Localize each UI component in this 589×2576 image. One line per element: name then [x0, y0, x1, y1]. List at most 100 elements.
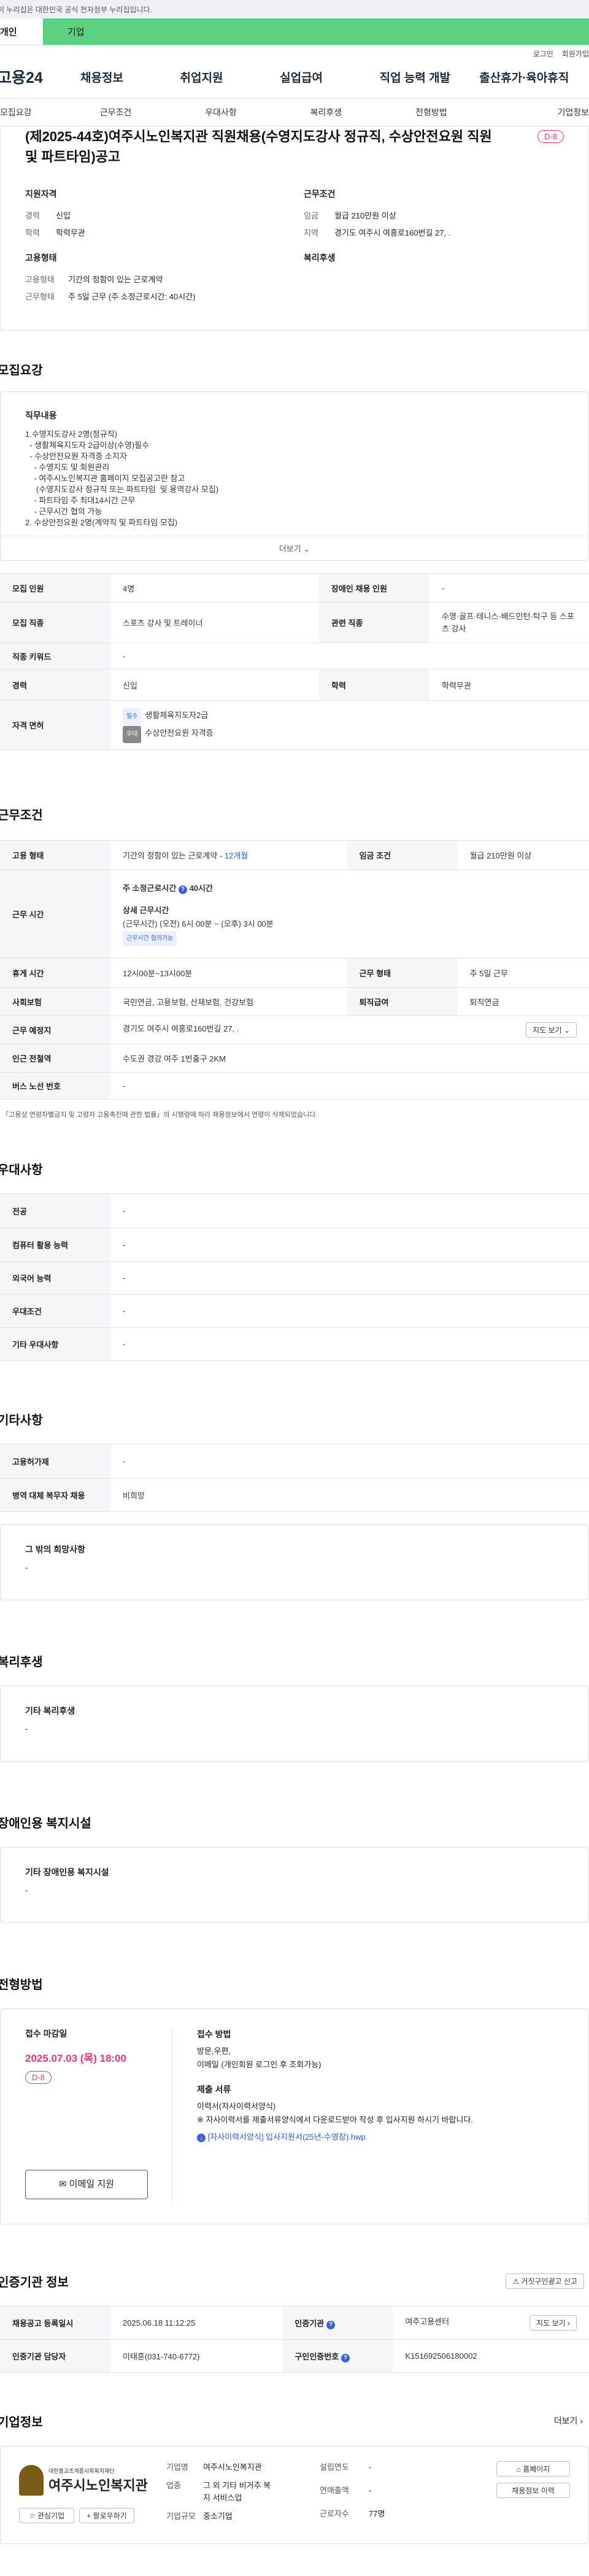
tab-recruit[interactable]: 모집요강	[0, 106, 63, 118]
value: 학력무관	[429, 669, 589, 701]
tab-company[interactable]: 기업정보	[484, 106, 589, 118]
email-apply-label: 이메일 지원	[69, 2179, 114, 2189]
map-button[interactable]: 지도 보기 ›	[529, 2315, 577, 2331]
contract-period-link[interactable]: 12개월	[225, 851, 248, 860]
value: -	[110, 642, 589, 669]
welfare-title: 복리후생	[0, 1656, 43, 1669]
map-label: 지도 보기	[536, 2319, 566, 2327]
welfare-box-value: -	[25, 1724, 28, 1733]
mail-icon: ✉	[59, 2179, 67, 2189]
value: -	[110, 1327, 589, 1361]
etc-title: 기타사항	[0, 1414, 43, 1427]
info-icon[interactable]: ?	[326, 2320, 335, 2329]
process-box: 접수 마감일 2025.07.03 (목) 18:00 D-8 ✉ 이메일 지원…	[0, 2008, 589, 2224]
label: 우대조건	[0, 1294, 110, 1328]
welfare-box: 기타 복리후생 -	[0, 1686, 589, 1762]
value: 12시00분~13시00분	[110, 958, 347, 988]
chevron-down-icon: ⌄	[303, 544, 310, 553]
value: 월급 210만원 이상	[457, 840, 589, 870]
email-apply-button[interactable]: ✉ 이메일 지원	[25, 2170, 148, 2199]
tab-personal[interactable]: 개인	[0, 18, 43, 45]
tab-welfare[interactable]: 복리후생	[274, 106, 379, 118]
label: 연매출액	[320, 2486, 349, 2495]
label: 전공	[0, 1194, 110, 1228]
tab-work[interactable]: 근무조건	[63, 106, 168, 118]
disability-box-title: 기타 장애인용 복지시설	[25, 1867, 109, 1877]
job-history-button[interactable]: 채용정보 이력	[496, 2483, 570, 2498]
etc-box: 그 밖의 희망사항 -	[0, 1524, 589, 1600]
value: 국민연금, 고용보험, 산재보험, 건강보험	[110, 987, 347, 1016]
detail-hours-title: 상세 근무시간	[123, 906, 169, 915]
dday-badge: D-8	[537, 130, 564, 143]
label: 사회보험	[0, 987, 110, 1016]
label: 근무 형태	[347, 958, 458, 988]
label: 인증기관 담당자	[0, 2339, 110, 2373]
tab-process[interactable]: 전형방법	[379, 106, 483, 118]
nav-item-support[interactable]: 취업지원	[180, 69, 280, 85]
welfare-heading: 복리후생	[304, 253, 336, 263]
label: 병역 대체 복무자 채용	[0, 1478, 110, 1512]
value: 주 5일 근무	[457, 958, 589, 988]
label: 채용공고 등록일시	[0, 2306, 110, 2340]
chevron-right-icon: ›	[580, 2416, 583, 2426]
work-condition-heading: 근무조건	[304, 189, 336, 199]
nav-item-leave[interactable]: 출산휴가·육아휴직	[479, 69, 589, 85]
value: 신입	[56, 211, 71, 220]
favorite-label: 관심기업	[37, 2512, 65, 2520]
value: 기간의 정함이 있는 근로계약	[68, 275, 163, 284]
site-logo[interactable]: 고용24	[0, 66, 74, 88]
info-icon[interactable]: ?	[341, 2353, 350, 2362]
login-link[interactable]: 로그인	[533, 48, 553, 59]
license-preferred: 수상안전요원 자격증	[145, 728, 214, 738]
label: 고용 형태	[0, 840, 110, 870]
label: 구인인증번호	[294, 2351, 339, 2361]
company-more-link[interactable]: 더보기 ›	[554, 2415, 583, 2427]
work-table: 고용 형태 기간의 정함이 있는 근로계약 - 12개월 임금 조건 월급 210만원…	[0, 840, 589, 1100]
value: 기간의 정함이 있는 근로계약 -	[123, 851, 225, 860]
value: 학력무관	[56, 228, 85, 237]
value: 2025.06.18 11:12:25	[110, 2306, 283, 2340]
logo-line1: 대한불교조계종사회복지재단	[48, 2467, 115, 2474]
label: 기업규모	[166, 2512, 196, 2521]
resume-file-link[interactable]: [자사이력서양식] 입사지원서(25년-수영장).hwp	[208, 2132, 366, 2142]
cert-title: 인증기관 정보	[0, 2276, 69, 2289]
chevron-right-icon: ›	[568, 2319, 570, 2327]
map-button[interactable]: 지도 보기 ⌄	[526, 1022, 577, 1038]
process-title: 전형방법	[0, 1978, 43, 1992]
nav-item-unemployment[interactable]: 실업급여	[280, 69, 380, 85]
favorite-button[interactable]: ☆ 관심기업	[19, 2508, 74, 2523]
value: 수영·골프·테니스·배드민턴·탁구 등 스포츠 강사	[429, 602, 589, 643]
tab-preference[interactable]: 우대사항	[168, 106, 273, 118]
duty-box: 직무내용 1.수영지도강사 2명(정규직) - 생활체육지도자 2급이상(수영)…	[0, 391, 589, 561]
etc-box-value: -	[25, 1563, 28, 1572]
weekly-hours-label: 주 소정근로시간	[123, 884, 179, 893]
nav-item-jobs[interactable]: 채용정보	[74, 69, 180, 85]
follow-button[interactable]: + 팔로우하기	[79, 2508, 134, 2523]
label: 컴퓨터 활용 능력	[0, 1228, 110, 1262]
label: 임금 조건	[347, 840, 458, 870]
docs-note: ※ 자사이력서를 제출서류양식에서 다운로드받아 작성 후 입사지원 하시기 바…	[197, 2115, 474, 2124]
signup-link[interactable]: 회원가입	[562, 48, 589, 59]
label: 자격 면허	[0, 700, 110, 750]
label: 지역	[304, 228, 318, 237]
value: -	[429, 573, 589, 603]
logo-mark-icon	[19, 2465, 44, 2496]
report-button[interactable]: ⚠ 거짓구인광고 신고	[506, 2273, 584, 2289]
label: 외국어 능력	[0, 1261, 110, 1295]
value: 월급 210만원 이상	[334, 211, 396, 220]
value: 그 외 기타 비거주 복지 서비스업	[203, 2481, 271, 2502]
value: -	[110, 1194, 589, 1228]
deadline-dday: D-8	[25, 2071, 52, 2084]
more-button[interactable]: 더보기 ⌄	[1, 536, 588, 560]
job-summary: (제2025-44호)여주시노인복지관 직원채용(수영지도강사 정규직, 수상안…	[0, 126, 589, 331]
value: -	[110, 1228, 589, 1262]
job-title: (제2025-44호)여주시노인복지관 직원채용(수영지도강사 정규직, 수상안…	[25, 129, 492, 164]
employment-type-heading: 고용형태	[25, 253, 57, 263]
homepage-button[interactable]: ⌂ 홈페이지	[496, 2461, 570, 2477]
label: 버스 노선 번호	[0, 1072, 110, 1100]
deadline-date: 2025.07.03 (목) 18:00	[25, 2053, 126, 2064]
nav-item-training[interactable]: 직업 능력 개발	[380, 69, 480, 85]
info-icon[interactable]: ?	[178, 885, 187, 894]
tab-company[interactable]: 기업	[43, 18, 589, 45]
docs-title: 제출 서류	[197, 2084, 231, 2094]
